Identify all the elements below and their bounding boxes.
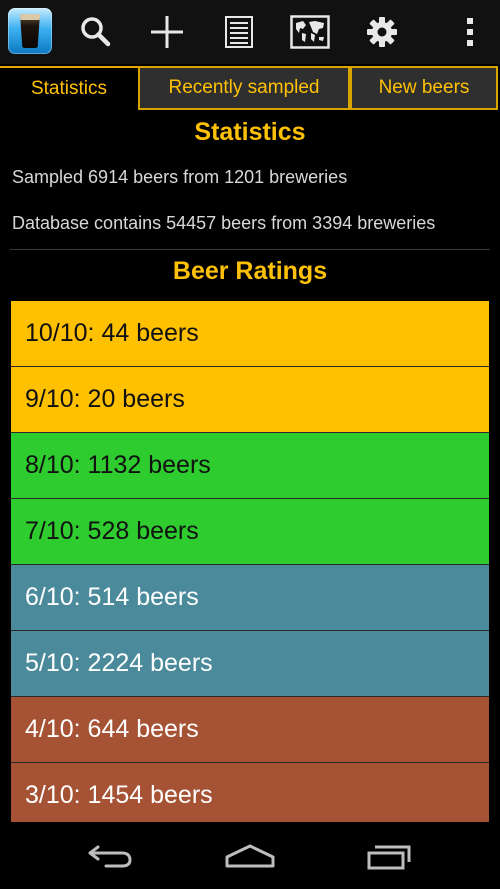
home-icon xyxy=(225,844,275,867)
app-logo-icon[interactable] xyxy=(8,8,52,54)
ratings-list: 10/10: 44 beers 9/10: 20 beers 8/10: 113… xyxy=(11,301,489,829)
recent-apps-button[interactable] xyxy=(340,822,440,889)
tab-bar: Statistics Recently sampled New beers xyxy=(0,66,500,112)
rating-label: 10/10: 44 beers xyxy=(25,319,199,347)
screen: Statistics Recently sampled New beers St… xyxy=(0,0,500,889)
rating-row-5[interactable]: 5/10: 2224 beers xyxy=(11,631,489,697)
database-summary: Database contains 54457 beers from 3394 … xyxy=(12,213,436,233)
rating-row-7[interactable]: 7/10: 528 beers xyxy=(11,499,489,565)
overflow-menu-icon xyxy=(467,18,473,46)
settings-button[interactable] xyxy=(352,0,412,64)
rating-label: 5/10: 2224 beers xyxy=(25,649,213,677)
action-bar xyxy=(0,0,500,65)
rating-label: 3/10: 1454 beers xyxy=(25,781,213,809)
list-button[interactable] xyxy=(209,0,269,64)
rating-label: 7/10: 528 beers xyxy=(25,517,199,545)
tab-statistics[interactable]: Statistics xyxy=(0,66,138,110)
add-button[interactable] xyxy=(137,0,197,64)
tab-recently-sampled[interactable]: Recently sampled xyxy=(138,66,350,110)
home-button[interactable] xyxy=(200,822,300,889)
search-icon xyxy=(81,17,111,47)
rating-label: 4/10: 644 beers xyxy=(25,715,199,743)
rating-label: 6/10: 514 beers xyxy=(25,583,199,611)
tab-label: Recently sampled xyxy=(168,77,320,98)
rating-row-8[interactable]: 8/10: 1132 beers xyxy=(11,433,489,499)
list-icon xyxy=(225,16,253,48)
rating-row-3[interactable]: 3/10: 1454 beers xyxy=(11,763,489,829)
tab-new-beers[interactable]: New beers xyxy=(350,66,498,110)
beer-foam-shape xyxy=(20,14,40,20)
rating-row-9[interactable]: 9/10: 20 beers xyxy=(11,367,489,433)
rating-row-4[interactable]: 4/10: 644 beers xyxy=(11,697,489,763)
section-divider xyxy=(10,249,490,250)
sampled-summary: Sampled 6914 beers from 1201 breweries xyxy=(12,167,348,187)
rating-label: 8/10: 1132 beers xyxy=(25,451,211,479)
add-icon xyxy=(151,16,183,48)
overflow-menu-button[interactable] xyxy=(440,0,500,64)
back-button[interactable] xyxy=(60,822,160,889)
statistics-heading: Statistics xyxy=(194,118,306,146)
rating-row-6[interactable]: 6/10: 514 beers xyxy=(11,565,489,631)
recent-apps-icon xyxy=(367,845,411,869)
back-icon xyxy=(88,845,132,867)
map-button[interactable] xyxy=(280,0,340,64)
ratings-heading: Beer Ratings xyxy=(172,257,328,285)
navigation-bar xyxy=(0,822,500,889)
rating-row-10[interactable]: 10/10: 44 beers xyxy=(11,301,489,367)
rating-label: 9/10: 20 beers xyxy=(25,385,185,413)
tab-label: Statistics xyxy=(30,78,108,99)
search-button[interactable] xyxy=(66,0,126,64)
gear-icon xyxy=(367,17,397,47)
tab-label: New beers xyxy=(378,77,470,98)
world-map-icon xyxy=(290,15,330,49)
